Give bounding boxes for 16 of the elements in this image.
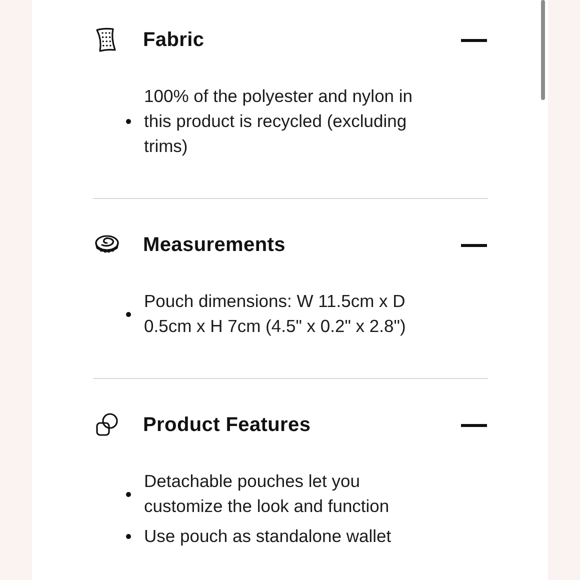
bullet-icon [126, 312, 131, 316]
minus-icon [461, 424, 487, 426]
feature-text: Pouch dimensions: W 11.5cm x D 0.5cm x H 7cm (4.5" x 0.2" x 2.8") [144, 290, 407, 338]
section-title: Fabric [143, 28, 206, 52]
bullet-icon [126, 492, 131, 496]
minus-icon [461, 244, 487, 246]
feature-text: 100% of the polyester and nylon in this product is recycled (excluding trims) [144, 85, 414, 158]
section-title: Measurements [143, 234, 286, 256]
section-title: Product Features [143, 414, 312, 436]
minus-icon [461, 38, 487, 42]
feature-text: Detachable pouches let you customize the look and function [144, 470, 390, 518]
bullet-icon [126, 119, 131, 124]
bullet-icon [126, 534, 131, 539]
overlapping-shapes-icon [93, 411, 121, 439]
scrollbar[interactable] [541, 0, 545, 100]
feature-text: Use pouch as standalone wallet [144, 525, 392, 548]
